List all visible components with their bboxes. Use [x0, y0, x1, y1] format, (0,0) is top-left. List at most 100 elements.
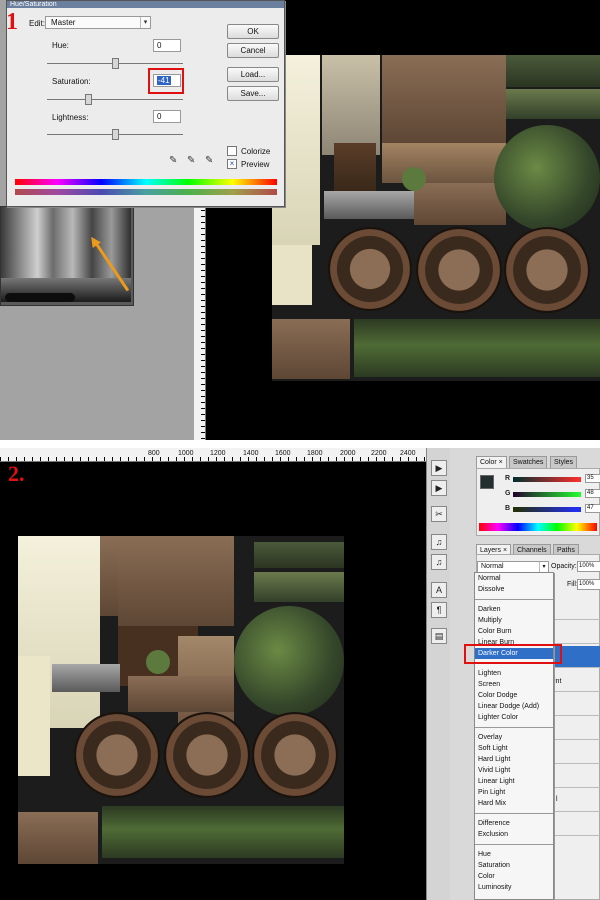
- blend-option-pin-light[interactable]: Pin Light: [475, 787, 553, 798]
- layer-row[interactable]: [554, 718, 600, 740]
- layer-row[interactable]: [554, 814, 600, 836]
- horizontal-ruler: 800 1000 1200 1400 1600 1800 2000 2200 2…: [0, 448, 426, 462]
- saturation-highlight-box: [148, 68, 184, 94]
- darker-color-highlight-box: [464, 644, 562, 664]
- saturation-slider-track[interactable]: [47, 99, 183, 100]
- document-canvas[interactable]: [0, 462, 426, 900]
- step1-screenshot: Hue/Saturation Edit: Master ▾ Hue: 0 Sat…: [0, 0, 600, 444]
- ruler-tick: 2400: [400, 450, 416, 457]
- blend-option-lighten[interactable]: Lighten: [475, 668, 553, 679]
- lightness-label: Lightness:: [52, 113, 89, 122]
- ruler-tick: 1400: [243, 450, 259, 457]
- blend-option-difference[interactable]: Difference: [475, 818, 553, 829]
- blend-option-linear-light[interactable]: Linear Light: [475, 776, 553, 787]
- step2-screenshot: 800 1000 1200 1400 1600 1800 2000 2200 2…: [0, 448, 600, 900]
- blue-input[interactable]: 47: [585, 504, 600, 513]
- blend-option-dissolve[interactable]: Dissolve: [475, 584, 553, 595]
- preview-checkbox[interactable]: ×: [227, 159, 237, 169]
- fill-input[interactable]: 100%: [577, 579, 600, 590]
- color-panel: R 35 G 48 B 47: [476, 468, 600, 536]
- input-color-spectrum: [15, 179, 277, 185]
- panel-icon-strip: ▶ ▶ ✂ ♫ ♫ A ¶ ▤: [426, 448, 450, 900]
- play-icon[interactable]: ▶: [431, 460, 447, 476]
- layer-row[interactable]: int: [554, 670, 600, 692]
- menu-divider: [475, 844, 553, 845]
- edit-label: Edit:: [29, 19, 46, 28]
- layer-row[interactable]: [554, 622, 600, 644]
- save-button[interactable]: Save...: [227, 86, 279, 101]
- paragraph-icon[interactable]: ¶: [431, 602, 447, 618]
- blend-option-darken[interactable]: Darken: [475, 604, 553, 615]
- blend-option-color-dodge[interactable]: Color Dodge: [475, 690, 553, 701]
- blue-slider[interactable]: [513, 507, 581, 512]
- green-label: G: [505, 490, 511, 497]
- chevron-down-icon: ▾: [539, 562, 548, 572]
- reference-photo-window: [0, 206, 134, 306]
- texture-atlas-image: [18, 536, 344, 864]
- lightness-slider-thumb[interactable]: [112, 129, 119, 140]
- red-input[interactable]: 35: [585, 474, 600, 483]
- dialog-title: Hue/Saturation: [7, 1, 284, 8]
- red-slider[interactable]: [513, 477, 581, 482]
- edit-dropdown[interactable]: Master ▾: [45, 16, 151, 29]
- ruler-tick: 800: [148, 450, 160, 457]
- lightness-value: 0: [157, 112, 162, 121]
- load-button[interactable]: Load...: [227, 67, 279, 82]
- blend-mode-menu: Normal Dissolve Darken Multiply Color Bu…: [474, 572, 554, 900]
- blend-option-lighter-color[interactable]: Lighter Color: [475, 712, 553, 723]
- green-slider[interactable]: [513, 492, 581, 497]
- lightness-input[interactable]: 0: [153, 110, 181, 123]
- blend-option-exclusion[interactable]: Exclusion: [475, 829, 553, 840]
- character-icon[interactable]: A: [431, 582, 447, 598]
- red-label: R: [505, 475, 511, 482]
- blend-option-color-burn[interactable]: Color Burn: [475, 626, 553, 637]
- ok-button[interactable]: OK: [227, 24, 279, 39]
- ruler-tick: 1800: [307, 450, 323, 457]
- ruler-tick: 2000: [340, 450, 356, 457]
- hue-value: 0: [157, 41, 162, 50]
- hue-input[interactable]: 0: [153, 39, 181, 52]
- eyedropper-icon[interactable]: ✎: [169, 155, 181, 167]
- output-color-spectrum: [15, 189, 277, 195]
- blend-option-saturation[interactable]: Saturation: [475, 860, 553, 871]
- foreground-color-swatch[interactable]: [480, 475, 494, 489]
- blend-option-hue[interactable]: Hue: [475, 849, 553, 860]
- blend-option-vivid-light[interactable]: Vivid Light: [475, 765, 553, 776]
- layer-row[interactable]: [554, 598, 600, 620]
- brush-icon[interactable]: ♫: [431, 554, 447, 570]
- blend-option-luminosity[interactable]: Luminosity: [475, 882, 553, 893]
- saturation-slider-thumb[interactable]: [85, 94, 92, 105]
- hue-label: Hue:: [52, 41, 69, 50]
- blend-option-normal[interactable]: Normal: [475, 573, 553, 584]
- cancel-button[interactable]: Cancel: [227, 43, 279, 58]
- blend-option-linear-dodge[interactable]: Linear Dodge (Add): [475, 701, 553, 712]
- layer-row[interactable]: [554, 742, 600, 764]
- eyedropper-minus-icon[interactable]: ✎: [205, 155, 217, 167]
- hue-slider-thumb[interactable]: [112, 58, 119, 69]
- blend-option-multiply[interactable]: Multiply: [475, 615, 553, 626]
- color-ramp[interactable]: [479, 523, 597, 531]
- layer-row[interactable]: l: [554, 790, 600, 812]
- green-input[interactable]: 48: [585, 489, 600, 498]
- colorize-checkbox[interactable]: [227, 146, 237, 156]
- layers-icon[interactable]: ▤: [431, 628, 447, 644]
- layer-row[interactable]: [554, 766, 600, 788]
- blend-option-soft-light[interactable]: Soft Light: [475, 743, 553, 754]
- ruler-tick: 2200: [371, 450, 387, 457]
- play-icon[interactable]: ▶: [431, 480, 447, 496]
- blend-option-screen[interactable]: Screen: [475, 679, 553, 690]
- scissors-icon[interactable]: ✂: [431, 506, 447, 522]
- ruler-tick: 1000: [178, 450, 194, 457]
- layer-row[interactable]: [554, 694, 600, 716]
- opacity-input[interactable]: 100%: [577, 561, 600, 572]
- ruler-tick: 1200: [210, 450, 226, 457]
- blend-option-color[interactable]: Color: [475, 871, 553, 882]
- panels-dock: Color × Swatches Styles R 35 G 48 B 47 L…: [450, 448, 600, 900]
- eyedropper-plus-icon[interactable]: ✎: [187, 155, 199, 167]
- hue-saturation-dialog: Hue/Saturation Edit: Master ▾ Hue: 0 Sat…: [6, 0, 285, 207]
- blend-option-overlay[interactable]: Overlay: [475, 732, 553, 743]
- blend-option-hard-mix[interactable]: Hard Mix: [475, 798, 553, 809]
- blend-option-hard-light[interactable]: Hard Light: [475, 754, 553, 765]
- photo-scrollbar[interactable]: [5, 293, 75, 302]
- brush-icon[interactable]: ♫: [431, 534, 447, 550]
